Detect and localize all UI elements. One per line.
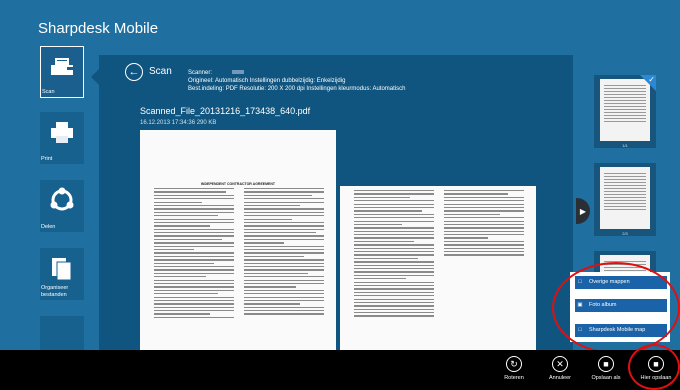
folder-icon: □ — [578, 327, 582, 333]
scanner-value-blurred — [231, 70, 244, 75]
share-icon — [48, 186, 76, 214]
thumbnail-number: 1/1 — [622, 143, 628, 148]
file-meta: 16.12.2013 17:34:36 290 KB — [140, 120, 217, 126]
menu-item-sharpdesk-folder[interactable]: □ Sharpdesk Mobile map — [575, 324, 667, 337]
scanner-icon — [49, 53, 77, 81]
cancel-label: Annuleer — [548, 375, 572, 381]
printer-icon — [48, 118, 76, 146]
chevron-right-icon: ▶ — [579, 206, 587, 216]
document2-column-right — [444, 190, 524, 258]
expand-thumbnails-button[interactable]: ▶ — [576, 198, 590, 224]
rotate-icon: ↻ — [506, 356, 522, 372]
nav-item-print[interactable]: Print — [40, 112, 84, 164]
cancel-button[interactable]: ✕ Annuleer — [540, 356, 580, 390]
nav-item-organize[interactable]: Organiseer bestanden — [40, 248, 84, 300]
close-icon: ✕ — [552, 356, 568, 372]
nav-item-scan[interactable]: Scan — [40, 46, 84, 98]
page-title: Scan — [149, 66, 172, 77]
menu-item-photo-album[interactable]: ▣ Foto album — [575, 299, 667, 312]
scan-settings-line1: Origineel: Automatisch Instellingen dubb… — [188, 78, 346, 84]
app-bar: ↻ Roteren ✕ Annuleer ■ Opslaan als ■ Hie… — [0, 350, 680, 390]
menu-item-other-folders[interactable]: □ Overige mappen — [575, 276, 667, 289]
thumbnail-page-2[interactable]: 2/3 — [594, 163, 656, 236]
nav-item-delen[interactable]: Delen — [40, 180, 84, 232]
save-location-menu: □ Overige mappen ▣ Foto album □ Sharpdesk M… — [570, 272, 670, 342]
document-heading: INDEPENDENT CONTRACTOR AGREEMENT — [200, 182, 276, 186]
menu-item-label: Sharpdesk Mobile map — [589, 327, 646, 333]
save-here-button[interactable]: ■ Hier opslaan — [636, 356, 676, 390]
rotate-label: Roteren — [504, 375, 524, 381]
nav-label-organize: Organiseer bestanden — [41, 285, 69, 298]
document-column-left — [154, 188, 234, 320]
nav-overflow — [48, 322, 78, 350]
save-here-label: Hier opslaan — [640, 375, 672, 381]
document2-column-left — [354, 190, 434, 319]
thumbnail-image — [600, 167, 650, 229]
document-column-right — [244, 188, 324, 317]
arrow-left-icon: ← — [128, 66, 140, 78]
file-name: Scanned_File_20131216_173438_640.pdf — [140, 106, 311, 116]
menu-item-label: Overige mappen — [589, 279, 630, 285]
document-preview-page-2[interactable] — [340, 186, 536, 350]
nav-label-scan: Scan — [42, 89, 55, 95]
rotate-button[interactable]: ↻ Roteren — [494, 356, 534, 390]
nav-label-print: Print — [41, 156, 53, 162]
nav-label-delen: Delen — [41, 224, 56, 230]
thumbnail-number: 2/3 — [622, 231, 628, 236]
files-icon — [48, 254, 76, 282]
nav-selection-pointer — [91, 69, 99, 85]
document-preview-page[interactable]: INDEPENDENT CONTRACTOR AGREEMENT — [140, 130, 336, 350]
folder-icon: □ — [578, 279, 582, 285]
save-icon: ■ — [598, 356, 614, 372]
scanner-label: Scanner: — [188, 70, 213, 76]
app-title: Sharpdesk Mobile — [38, 20, 159, 37]
check-icon: ✓ — [648, 75, 655, 84]
thumbnail-page-1[interactable]: ✓ 1/1 — [594, 75, 656, 148]
scanner-info: Scanner: — [188, 70, 244, 77]
menu-item-label: Foto album — [589, 302, 617, 308]
save-as-button[interactable]: ■ Opslaan als — [586, 356, 626, 390]
photo-icon: ▣ — [577, 302, 583, 308]
save-icon: ■ — [648, 356, 664, 372]
back-button[interactable]: ← — [125, 63, 143, 81]
save-as-label: Opslaan als — [591, 375, 621, 381]
scan-settings-line2: Best.indeling: PDF Resolutie: 200 X 200 … — [188, 86, 406, 92]
